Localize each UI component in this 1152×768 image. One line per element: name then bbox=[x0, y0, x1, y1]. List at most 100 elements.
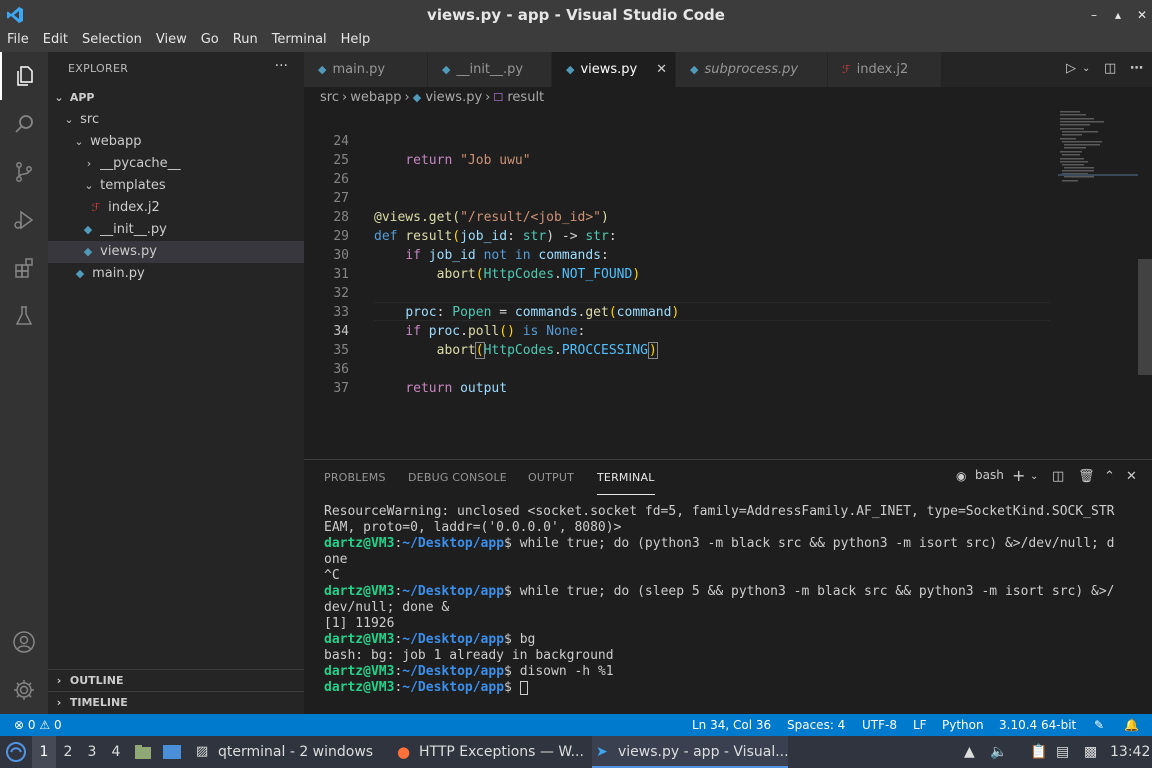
close-tab-icon[interactable]: ✕ bbox=[656, 52, 667, 87]
workspace-1[interactable]: 1 bbox=[32, 736, 56, 768]
chevron-right-icon: › bbox=[341, 90, 348, 105]
code-line-27: 27 @views.get("/result/<job_id>") bbox=[304, 170, 1054, 225]
search-activity-button[interactable] bbox=[0, 100, 48, 148]
accounts-activity-button[interactable] bbox=[0, 618, 48, 666]
tree-label: __init__.py bbox=[100, 222, 167, 237]
editor-tabs: ◆ main.py ◆ __init__.py ◆ views.py ✕ ◆ subpr… bbox=[304, 52, 1152, 87]
extensions-activity-button[interactable] bbox=[0, 244, 48, 292]
prompt-path: ~/Desktop/app bbox=[402, 632, 505, 647]
code-line-29: 29 if job_id not in commands: bbox=[304, 208, 1054, 263]
workspace-2[interactable]: 2 bbox=[56, 736, 80, 768]
tab-output[interactable]: OUTPUT bbox=[528, 460, 574, 495]
extensions-icon bbox=[15, 258, 33, 278]
more-actions-icon[interactable]: ··· bbox=[275, 58, 288, 74]
terminal-output[interactable]: ResourceWarning: unclosed <socket.socket… bbox=[324, 504, 1144, 696]
breadcrumb-file[interactable]: views.py bbox=[425, 90, 482, 105]
split-terminal-icon[interactable]: ◫ bbox=[1052, 469, 1064, 484]
tab-init-py[interactable]: ◆ __init__.py bbox=[428, 52, 552, 87]
minimize-button[interactable]: – bbox=[1084, 5, 1104, 25]
workspace-4[interactable]: 4 bbox=[104, 736, 128, 768]
outline-section[interactable]: › OUTLINE bbox=[48, 669, 304, 691]
error-count: 0 bbox=[27, 718, 36, 732]
menu-edit[interactable]: Edit bbox=[36, 30, 75, 52]
tray-upload-icon[interactable]: ▲ bbox=[964, 736, 975, 768]
notifications-bell-icon[interactable]: 🔔 bbox=[1124, 714, 1139, 736]
code-line-34: 34 abort(HttpCodes.PROCCESSING) bbox=[304, 303, 1054, 359]
tab-views-py[interactable]: ◆ views.py ✕ bbox=[552, 52, 676, 87]
manage-activity-button[interactable] bbox=[0, 666, 48, 714]
menu-terminal[interactable]: Terminal bbox=[265, 30, 334, 52]
tree-file-views-py[interactable]: ◆ views.py bbox=[48, 241, 304, 263]
source-control-activity-button[interactable] bbox=[0, 148, 48, 196]
minimap[interactable] bbox=[1058, 109, 1138, 189]
new-terminal-icon[interactable]: + bbox=[1012, 466, 1025, 485]
tab-terminal[interactable]: TERMINAL bbox=[597, 460, 655, 495]
volume-icon[interactable]: 🔈 bbox=[990, 736, 1007, 768]
file-manager-icon[interactable] bbox=[134, 736, 154, 768]
problems-status[interactable]: ⊗ 0 ⚠ 0 bbox=[14, 714, 62, 736]
tree-file-main-py[interactable]: ◆ main.py bbox=[48, 263, 304, 285]
menu-go[interactable]: Go bbox=[194, 30, 226, 52]
indentation[interactable]: Spaces: 4 bbox=[787, 714, 845, 736]
menu-bar: File Edit Selection View Go Run Terminal… bbox=[0, 30, 1152, 52]
line-ending[interactable]: LF bbox=[913, 714, 927, 736]
run-debug-activity-button[interactable] bbox=[0, 196, 48, 244]
tab-main-py[interactable]: ◆ main.py bbox=[304, 52, 428, 87]
network-icon[interactable]: ▤ bbox=[1056, 736, 1069, 768]
tree-folder-templates[interactable]: ⌄ templates bbox=[48, 175, 304, 197]
taskbar-window-firefox[interactable]: ● HTTP Exceptions — W... bbox=[393, 736, 589, 768]
terminal-dropdown-icon[interactable]: ⌄ bbox=[1030, 471, 1038, 482]
command-text: while true; do (python3 -m black src && … bbox=[519, 536, 1115, 551]
shell-name[interactable]: bash bbox=[975, 468, 1004, 482]
code-editor[interactable]: 24 return "Job uwu" 25 26 27 @views.get(… bbox=[304, 109, 1152, 459]
run-dropdown-icon[interactable]: ⌄ bbox=[1082, 63, 1090, 74]
terminal-line: dartz@VM3:~/Desktop/app$ while true; do … bbox=[324, 584, 1115, 599]
explorer-activity-button[interactable] bbox=[0, 52, 48, 100]
cursor-position[interactable]: Ln 34, Col 36 bbox=[692, 714, 771, 736]
menu-file[interactable]: File bbox=[0, 30, 36, 52]
run-file-icon[interactable]: ▷ bbox=[1066, 61, 1076, 76]
workspace-3[interactable]: 3 bbox=[80, 736, 104, 768]
language-mode[interactable]: Python bbox=[942, 714, 984, 736]
testing-activity-button[interactable] bbox=[0, 292, 48, 340]
clock[interactable]: 13:42 bbox=[1110, 736, 1150, 768]
tree-root-app[interactable]: ⌄ APP bbox=[48, 87, 304, 109]
maximize-panel-icon[interactable]: ⌃ bbox=[1104, 469, 1115, 484]
close-panel-icon[interactable]: ✕ bbox=[1126, 469, 1137, 484]
kill-terminal-icon[interactable]: 🗑 bbox=[1078, 469, 1095, 484]
tree-folder-src[interactable]: ⌄ src bbox=[48, 109, 304, 131]
menu-run[interactable]: Run bbox=[226, 30, 265, 52]
tree-folder-pycache[interactable]: › __pycache__ bbox=[48, 153, 304, 175]
activity-bar bbox=[0, 52, 48, 714]
timeline-section[interactable]: › TIMELINE bbox=[48, 691, 304, 713]
explorer-sidebar: EXPLORER ··· ⌄ APP ⌄ src ⌄ webapp › __py… bbox=[48, 52, 304, 714]
breadcrumb-src[interactable]: src bbox=[320, 90, 339, 105]
tab-subprocess-py[interactable]: ◆ subprocess.py bbox=[676, 52, 828, 87]
tree-folder-webapp[interactable]: ⌄ webapp bbox=[48, 131, 304, 153]
breadcrumb-symbol[interactable]: result bbox=[507, 90, 544, 105]
menu-view[interactable]: View bbox=[149, 30, 194, 52]
menu-help[interactable]: Help bbox=[334, 30, 378, 52]
tree-file-index-j2[interactable]: ℱ index.j2 bbox=[48, 197, 304, 219]
python-interpreter[interactable]: 3.10.4 64-bit bbox=[999, 714, 1076, 736]
start-menu-icon[interactable] bbox=[4, 736, 28, 768]
tree-file-init-py[interactable]: ◆ __init__.py bbox=[48, 219, 304, 241]
encoding[interactable]: UTF-8 bbox=[862, 714, 897, 736]
taskbar-window-vscode[interactable]: ➤ views.py - app - Visual... bbox=[592, 736, 789, 768]
menu-selection[interactable]: Selection bbox=[75, 30, 149, 52]
clipboard-icon[interactable]: 📋 bbox=[1030, 736, 1047, 768]
tray-status-icon[interactable]: ▩ bbox=[1084, 736, 1097, 768]
maximize-button[interactable]: ▴ bbox=[1108, 5, 1128, 25]
tab-problems[interactable]: PROBLEMS bbox=[324, 460, 386, 495]
feedback-icon[interactable]: ✎ bbox=[1094, 714, 1104, 736]
taskbar-window-qterminal[interactable]: ▨ qterminal - 2 windows bbox=[192, 736, 388, 768]
split-editor-icon[interactable]: ◫ bbox=[1104, 61, 1116, 76]
breadcrumb-webapp[interactable]: webapp bbox=[350, 90, 401, 105]
show-desktop-icon[interactable] bbox=[162, 736, 184, 768]
files-icon bbox=[17, 66, 33, 86]
editor-scrollbar[interactable] bbox=[1138, 259, 1152, 375]
tab-index-j2[interactable]: ℱindex.j2 bbox=[828, 52, 942, 87]
tab-debug-console[interactable]: DEBUG CONSOLE bbox=[408, 460, 507, 495]
close-window-button[interactable]: ✕ bbox=[1132, 5, 1152, 25]
more-actions-icon[interactable]: ⋯ bbox=[1130, 61, 1143, 76]
